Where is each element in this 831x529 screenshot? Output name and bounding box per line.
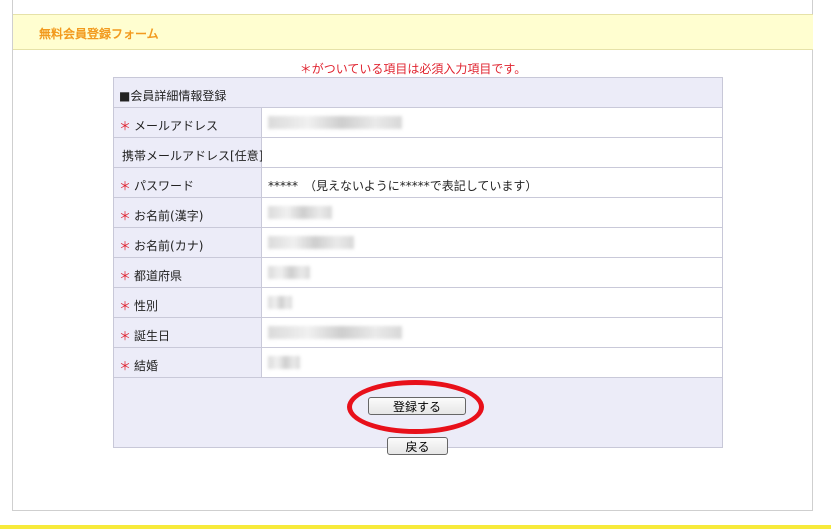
password-value: ***** （見えないように*****で表記しています） — [268, 179, 538, 193]
label-gender: ＊性別 — [114, 288, 262, 317]
form-header: 無料会員登録フォーム — [13, 14, 813, 50]
redacted-value — [268, 266, 310, 279]
required-mark: ＊ — [119, 239, 132, 253]
value-mobile-email — [262, 138, 722, 167]
value-name-kana — [262, 228, 722, 257]
label-name-kana: ＊お名前(カナ) — [114, 228, 262, 257]
label-text: 携帯メールアドレス[任意] — [122, 149, 264, 163]
row-marriage: ＊結婚 — [114, 348, 722, 378]
label-password: ＊パスワード — [114, 168, 262, 197]
highlight-circle — [347, 380, 484, 434]
label-text: 誕生日 — [134, 329, 171, 343]
row-birthday: ＊誕生日 — [114, 318, 722, 348]
row-mobile-email: 携帯メールアドレス[任意] — [114, 138, 722, 168]
row-password: ＊パスワード ***** （見えないように*****で表記しています） — [114, 168, 722, 198]
label-birthday: ＊誕生日 — [114, 318, 262, 347]
value-name-kanji — [262, 198, 722, 227]
form-title: 無料会員登録フォーム — [39, 27, 159, 41]
redacted-value — [268, 236, 354, 249]
footer-bar — [0, 525, 831, 529]
row-gender: ＊性別 — [114, 288, 722, 318]
value-password: ***** （見えないように*****で表記しています） — [262, 168, 722, 197]
required-mark: ＊ — [119, 119, 132, 133]
required-mark: ＊ — [119, 329, 132, 343]
redacted-value — [268, 356, 300, 369]
label-text: お名前(漢字) — [134, 209, 204, 223]
row-email: ＊メールアドレス — [114, 108, 722, 138]
required-mark: ＊ — [119, 179, 132, 193]
required-mark: ＊ — [119, 359, 132, 373]
label-text: パスワード — [134, 179, 195, 193]
label-prefecture: ＊都道府県 — [114, 258, 262, 287]
back-button[interactable]: 戻る — [387, 437, 448, 455]
row-prefecture: ＊都道府県 — [114, 258, 722, 288]
required-note: ＊がついている項目は必須入力項目です。 — [299, 62, 527, 76]
label-marriage: ＊結婚 — [114, 348, 262, 377]
value-gender — [262, 288, 722, 317]
required-mark: ＊ — [119, 299, 132, 313]
required-mark: ＊ — [119, 269, 132, 283]
label-text: 性別 — [134, 299, 159, 313]
required-mark: ＊ — [119, 209, 132, 223]
redacted-value — [268, 206, 332, 219]
value-birthday — [262, 318, 722, 347]
label-text: 結婚 — [134, 359, 159, 373]
value-marriage — [262, 348, 722, 377]
row-name-kanji: ＊お名前(漢字) — [114, 198, 722, 228]
redacted-value — [268, 326, 402, 339]
value-email — [262, 108, 722, 137]
redacted-value — [268, 116, 402, 129]
section-title: ■会員詳細情報登録 — [119, 89, 227, 103]
redacted-value — [268, 296, 292, 309]
row-name-kana: ＊お名前(カナ) — [114, 228, 722, 258]
page-frame: 無料会員登録フォーム ＊がついている項目は必須入力項目です。 ■会員詳細情報登録… — [12, 0, 813, 511]
label-mobile-email: 携帯メールアドレス[任意] — [114, 138, 264, 167]
label-email: ＊メールアドレス — [114, 108, 262, 137]
label-text: メールアドレス — [134, 119, 219, 133]
label-text: お名前(カナ) — [134, 239, 204, 253]
section-heading: ■会員詳細情報登録 — [114, 78, 722, 108]
value-prefecture — [262, 258, 722, 287]
label-text: 都道府県 — [134, 269, 183, 283]
label-name-kanji: ＊お名前(漢字) — [114, 198, 262, 227]
